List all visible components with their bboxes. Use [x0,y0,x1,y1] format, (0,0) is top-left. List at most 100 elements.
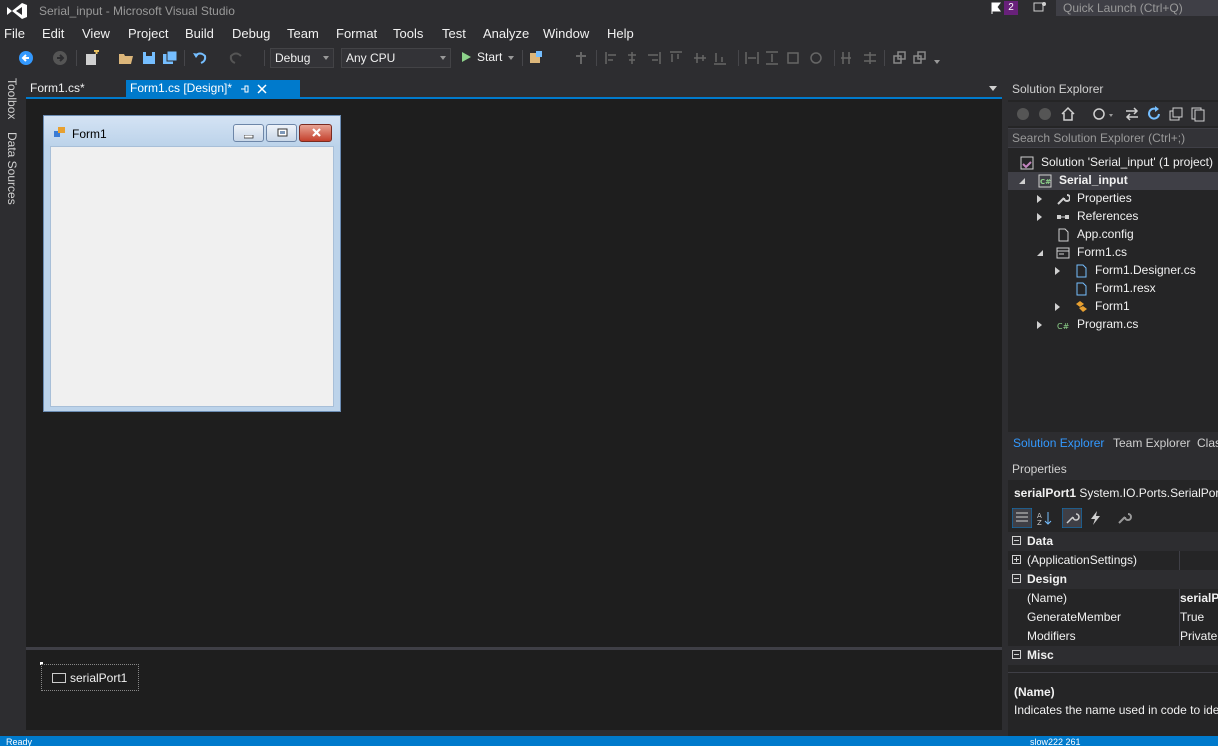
menu-help[interactable]: Help [607,26,634,41]
properties-object-selector[interactable]: serialPort1 System.IO.Ports.SerialPort [1014,486,1218,500]
property-value[interactable]: Private [1179,627,1218,646]
solution-explorer-toolbar [1008,102,1218,126]
tree-item-form1-resx[interactable]: Form1.resx [1008,280,1218,298]
tree-item-properties[interactable]: Properties [1008,190,1218,208]
expand-arrow-icon[interactable] [1037,213,1042,221]
form1-window[interactable]: Form1 [43,115,341,412]
properties-view-icon[interactable] [1062,508,1082,528]
menu-view[interactable]: View [82,26,110,41]
sync-icon[interactable] [1124,106,1140,122]
tab-solution-explorer[interactable]: Solution Explorer [1013,436,1104,450]
save-icon[interactable] [141,50,157,66]
property-name: Modifiers [1027,629,1076,643]
property-row[interactable]: (Name) serialPo [1008,589,1218,608]
menu-analyze[interactable]: Analyze [483,26,529,41]
toolbox-tab[interactable]: Toolbox [5,78,19,119]
menu-tools[interactable]: Tools [393,26,423,41]
property-row[interactable]: Modifiers Private [1008,627,1218,646]
solution-configuration-select[interactable]: Debug [270,48,334,68]
refresh-icon[interactable] [1146,106,1162,122]
save-all-icon[interactable] [162,50,178,66]
new-project-icon[interactable] [84,50,100,66]
category-misc[interactable]: Misc [1008,646,1218,665]
menu-format[interactable]: Format [336,26,377,41]
expand-arrow-icon[interactable] [1019,178,1025,184]
tree-item-app-config[interactable]: App.config [1008,226,1218,244]
align-tools-icon[interactable] [604,50,734,66]
events-lightning-icon[interactable] [1088,510,1104,526]
tree-item-form1-cs[interactable]: Form1.cs [1008,244,1218,262]
tree-item-form1-designer-cs[interactable]: Form1.Designer.cs [1008,262,1218,280]
chevron-down-icon[interactable] [989,86,997,91]
order-tools-icon[interactable] [892,50,942,66]
expand-arrow-icon[interactable] [1055,303,1060,311]
start-debugging-button[interactable]: Start [460,50,518,66]
tab-class-view[interactable]: Clas [1197,436,1218,450]
undo-icon[interactable] [192,50,208,66]
status-text: Ready [6,737,33,746]
menu-test[interactable]: Test [442,26,466,41]
spacing-tools-icon[interactable] [840,50,880,66]
back-icon[interactable] [1016,107,1030,121]
serialport1-component[interactable]: serialPort1 [41,664,139,691]
tab-form1-cs[interactable]: Form1.cs* [26,80,124,98]
forward-icon[interactable] [52,50,68,66]
menu-window[interactable]: Window [543,26,589,41]
layout-grid-icon[interactable] [574,50,588,66]
component-tray[interactable] [26,650,1002,730]
expand-arrow-icon[interactable] [1037,195,1042,203]
show-all-files-icon[interactable] [1190,106,1206,122]
category-data[interactable]: Data [1008,532,1218,551]
standard-toolbar: Debug Any CPU Start [0,46,1218,70]
expand-arrow-icon[interactable] [1037,250,1043,256]
quick-launch-input[interactable]: Quick Launch (Ctrl+Q) [1056,0,1218,16]
redo-icon[interactable] [228,50,244,66]
data-sources-tab[interactable]: Data Sources [5,132,19,205]
tree-item-solution[interactable]: Solution 'Serial_input' (1 project) [1008,154,1218,172]
back-icon[interactable] [18,50,34,66]
alphabetical-icon[interactable]: AZ [1036,510,1054,526]
menu-project[interactable]: Project [128,26,168,41]
property-pages-icon[interactable] [1116,510,1132,526]
property-value[interactable]: True [1179,608,1218,627]
menu-debug[interactable]: Debug [232,26,270,41]
size-tools-icon[interactable] [744,50,828,66]
menu-build[interactable]: Build [185,26,214,41]
history-icon[interactable] [1092,106,1114,122]
tab-form1-design[interactable]: Form1.cs [Design]* [126,80,300,98]
collapse-icon[interactable] [1012,650,1021,659]
tree-item-project[interactable]: C# Serial_input [1008,172,1218,190]
form-client-area[interactable] [50,146,334,407]
feedback-icon[interactable] [1032,0,1048,16]
close-icon[interactable] [257,84,267,94]
pin-icon[interactable] [240,84,250,94]
expand-arrow-icon[interactable] [1055,267,1060,275]
home-icon[interactable] [1060,106,1076,122]
solution-platform-select[interactable]: Any CPU [341,48,451,68]
collapse-icon[interactable] [1012,536,1021,545]
menu-file[interactable]: File [4,26,25,41]
menu-team[interactable]: Team [287,26,319,41]
property-value[interactable]: serialPo [1179,589,1218,608]
expand-icon[interactable] [1012,555,1021,564]
collapse-icon[interactable] [1012,574,1021,583]
categorized-icon[interactable] [1012,508,1032,528]
expand-arrow-icon[interactable] [1037,321,1042,329]
open-folder-icon[interactable] [118,50,134,66]
menu-edit[interactable]: Edit [42,26,64,41]
csharp-file-icon: C# [1057,322,1070,331]
notifications-button[interactable]: 2 [988,0,1020,16]
collapse-all-icon[interactable] [1168,106,1184,122]
category-design[interactable]: Design [1008,570,1218,589]
tree-item-references[interactable]: References [1008,208,1218,226]
form-icon [54,127,65,137]
property-value[interactable] [1179,551,1218,570]
tab-team-explorer[interactable]: Team Explorer [1113,436,1190,450]
tree-item-program-cs[interactable]: C# Program.cs [1008,316,1218,334]
property-row[interactable]: (ApplicationSettings) [1008,551,1218,570]
tree-item-form1-class[interactable]: Form1 [1008,298,1218,316]
property-row[interactable]: GenerateMember True [1008,608,1218,627]
solution-explorer-search-input[interactable]: Search Solution Explorer (Ctrl+;) [1008,128,1218,148]
forward-icon[interactable] [1038,107,1052,121]
find-in-files-icon[interactable] [528,50,548,66]
